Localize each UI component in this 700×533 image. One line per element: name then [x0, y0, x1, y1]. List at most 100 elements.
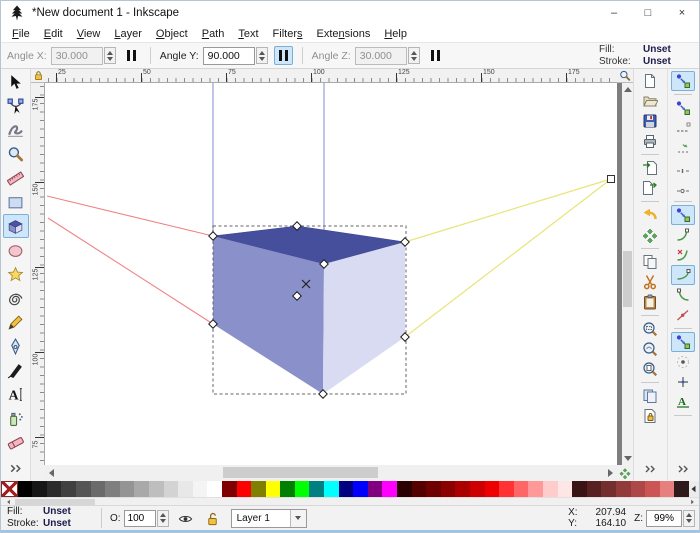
vertical-scroll-thumb[interactable]	[623, 251, 632, 307]
palette-swatch[interactable]	[61, 481, 76, 497]
vp-y-toggle[interactable]	[274, 46, 293, 65]
palette-swatch[interactable]	[485, 481, 500, 497]
selector-tool[interactable]	[3, 70, 29, 94]
snap-bbox-edges-toggle[interactable]	[671, 118, 695, 138]
sticky-zoom-icon[interactable]	[617, 69, 633, 83]
export-button[interactable]	[638, 178, 662, 198]
menu-object[interactable]: Object	[149, 28, 195, 40]
layer-lock-icon[interactable]	[203, 509, 223, 527]
maximize-button[interactable]: □	[631, 1, 665, 25]
palette-overflow-icon[interactable]	[689, 481, 699, 497]
vertical-ruler[interactable]: 17515012510075	[31, 83, 45, 465]
angle-y-input[interactable]	[203, 47, 255, 65]
palette-swatch[interactable]	[251, 481, 266, 497]
snap-object-centers-toggle[interactable]	[671, 352, 695, 372]
zoom-tool[interactable]	[3, 142, 29, 166]
snap-bbox-toggle[interactable]	[671, 98, 695, 118]
zoom-selection-button[interactable]	[638, 319, 662, 339]
palette-swatch[interactable]	[178, 481, 193, 497]
guide-lock-icon[interactable]	[31, 69, 45, 83]
menu-filters[interactable]: Filters	[266, 28, 310, 40]
palette-swatch[interactable]	[222, 481, 237, 497]
undo-button[interactable]	[638, 205, 662, 225]
clone-button[interactable]	[638, 406, 662, 426]
palette-swatch[interactable]	[572, 481, 587, 497]
horizontal-ruler[interactable]: 255075100125150175	[45, 69, 617, 83]
canvas[interactable]	[45, 83, 617, 465]
palette-swatch[interactable]	[76, 481, 91, 497]
palette-swatch[interactable]	[601, 481, 616, 497]
palette-swatch[interactable]	[266, 481, 281, 497]
palette-swatch[interactable]	[470, 481, 485, 497]
snap-bbox-corners-toggle[interactable]	[671, 138, 695, 158]
palette-swatch[interactable]	[120, 481, 135, 497]
rectangle-tool[interactable]	[3, 190, 29, 214]
palette-swatch[interactable]	[295, 481, 310, 497]
palette-scroll-thumb[interactable]	[15, 499, 95, 505]
palette-swatch[interactable]	[164, 481, 179, 497]
palette-swatch[interactable]	[339, 481, 354, 497]
palette-scroll-right-icon[interactable]	[687, 498, 697, 506]
cut-button[interactable]	[638, 272, 662, 292]
palette-swatch[interactable]	[441, 481, 456, 497]
tweak-tool[interactable]	[3, 118, 29, 142]
box-side-face[interactable]	[323, 242, 405, 394]
duplicate-button[interactable]	[638, 386, 662, 406]
titlebar[interactable]: *New document 1 - Inkscape – □ ×	[1, 1, 699, 25]
node-tool[interactable]	[3, 94, 29, 118]
pencil-tool[interactable]	[3, 310, 29, 334]
vp-x-toggle[interactable]	[122, 46, 141, 65]
menu-layer[interactable]: Layer	[107, 28, 149, 40]
snap-path-toggle[interactable]	[671, 225, 695, 245]
vanishing-point-handle[interactable]	[608, 176, 615, 183]
fill-stroke-indicator[interactable]: Fill: Unset Stroke: Unset	[7, 506, 91, 530]
vp-z-toggle[interactable]	[426, 46, 445, 65]
palette-swatch[interactable]	[105, 481, 120, 497]
new-document-button[interactable]	[638, 71, 662, 91]
palette-swatch[interactable]	[91, 481, 106, 497]
copy-button[interactable]	[638, 252, 662, 272]
palette-swatch[interactable]	[382, 481, 397, 497]
snap-bbox-centers-toggle[interactable]	[671, 178, 695, 198]
palette-scrollbar[interactable]	[1, 497, 699, 505]
zoom-input[interactable]	[646, 510, 682, 527]
palette-swatch[interactable]	[47, 481, 62, 497]
palette-swatch[interactable]	[674, 481, 689, 497]
print-button[interactable]	[638, 131, 662, 151]
menu-view[interactable]: View	[70, 28, 108, 40]
close-button[interactable]: ×	[665, 1, 699, 25]
palette-swatch[interactable]	[514, 481, 529, 497]
palette-swatch[interactable]	[631, 481, 646, 497]
horizontal-scrollbar[interactable]	[45, 465, 617, 481]
spiral-tool[interactable]	[3, 286, 29, 310]
measure-tool[interactable]	[3, 166, 29, 190]
palette-swatch[interactable]	[499, 481, 514, 497]
angle-z-spinner[interactable]	[408, 47, 420, 64]
scroll-down-icon[interactable]	[622, 452, 633, 465]
layer-visibility-eye-icon[interactable]	[176, 509, 196, 527]
3d-box[interactable]	[213, 226, 405, 394]
snap-rotation-centers-toggle[interactable]	[671, 372, 695, 392]
scroll-right-icon[interactable]	[604, 465, 617, 481]
eraser-tool[interactable]	[3, 430, 29, 454]
menu-extensions[interactable]: Extensions	[310, 28, 378, 40]
snap-cusp-nodes-toggle[interactable]	[671, 265, 695, 285]
palette-swatch[interactable]	[237, 481, 252, 497]
vertical-scrollbar[interactable]	[617, 83, 633, 465]
angle-y-spinner[interactable]	[256, 47, 268, 64]
menu-help[interactable]: Help	[377, 28, 414, 40]
palette-swatch[interactable]	[426, 481, 441, 497]
scroll-up-icon[interactable]	[622, 83, 633, 96]
import-button[interactable]	[638, 158, 662, 178]
zoom-drawing-button[interactable]	[638, 339, 662, 359]
palette-swatch[interactable]	[368, 481, 383, 497]
open-button[interactable]	[638, 91, 662, 111]
paste-button[interactable]	[638, 292, 662, 312]
palette-swatch[interactable]	[193, 481, 208, 497]
zoom-page-button[interactable]	[638, 359, 662, 379]
palette-swatch[interactable]	[280, 481, 295, 497]
snap-overflow[interactable]	[671, 459, 695, 479]
spray-tool[interactable]	[3, 406, 29, 430]
snap-others-toggle[interactable]	[671, 332, 695, 352]
zoom-spinner[interactable]	[683, 510, 695, 527]
